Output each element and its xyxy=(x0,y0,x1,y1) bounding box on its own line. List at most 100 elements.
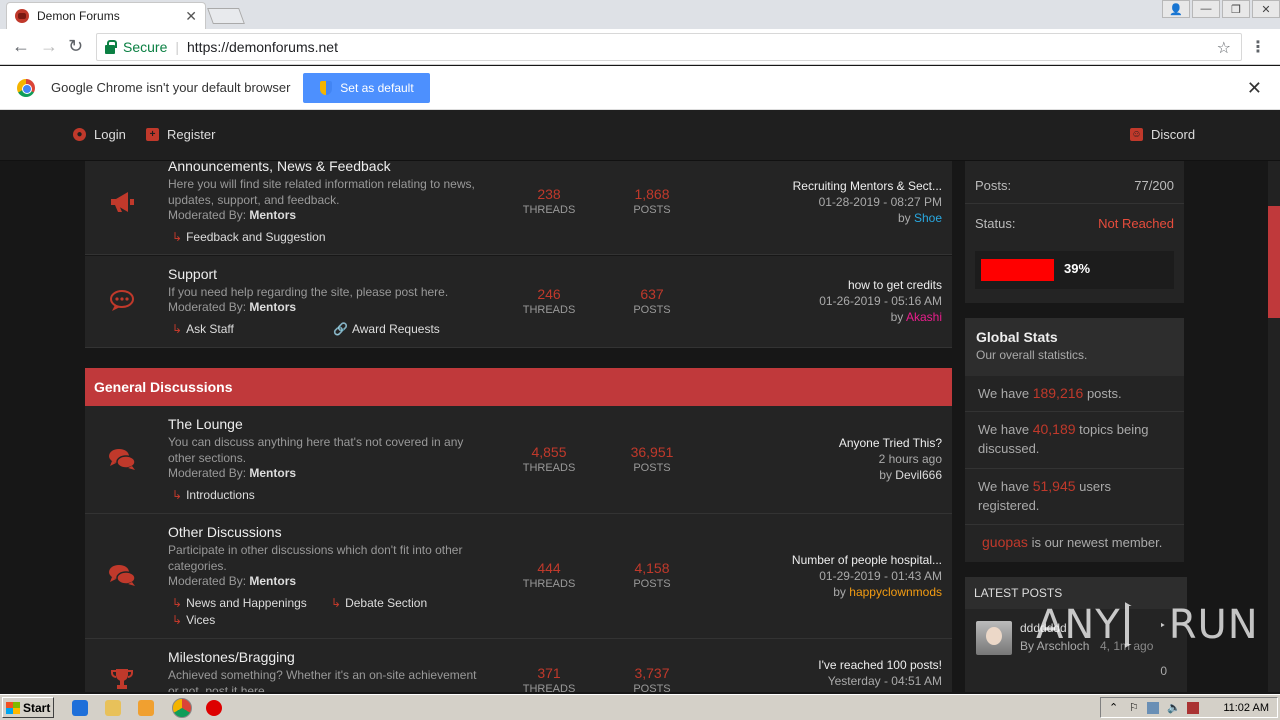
moderator-link[interactable]: Mentors xyxy=(249,574,296,588)
progress-percent: 39% xyxy=(1064,261,1091,276)
system-tray: ⌃ ⚐ 🔈 11:02 AM xyxy=(1100,697,1278,718)
chrome-taskbar-icon[interactable] xyxy=(172,698,192,718)
stat-suffix: posts. xyxy=(1086,386,1122,401)
discord-label: Discord xyxy=(1151,127,1196,142)
user-icon[interactable]: 👤 xyxy=(1162,0,1190,18)
last-post-user[interactable]: Akashi xyxy=(906,310,942,324)
forum-title-link[interactable]: Milestones/Bragging xyxy=(168,649,295,665)
moderated-by-label: Moderated By: xyxy=(168,300,247,314)
forum-title-link[interactable]: Announcements, News & Feedback xyxy=(168,161,391,174)
subforum-link[interactable]: ↳ Feedback and Suggestion xyxy=(172,230,326,244)
set-default-button[interactable]: Set as default xyxy=(303,72,431,103)
threads-stat: 4,855 THREADS xyxy=(509,444,589,474)
last-post-by: by xyxy=(833,585,846,599)
restore-icon[interactable]: ❐ xyxy=(1222,0,1250,18)
stat-posts: We have 189,216 posts. xyxy=(965,376,1184,412)
subforum-link[interactable]: 🔗 Award Requests xyxy=(333,322,440,336)
register-link[interactable]: + Register xyxy=(146,127,215,142)
shield-icon xyxy=(320,80,333,95)
last-post-title[interactable]: how to get credits xyxy=(819,277,942,293)
subforum-link[interactable]: ↳ News and Happenings xyxy=(172,596,307,610)
newest-member-link[interactable]: guopas xyxy=(982,534,1028,550)
moderator-link[interactable]: Mentors xyxy=(249,208,296,222)
url-text: https://demonforums.net xyxy=(187,39,338,55)
login-label: Login xyxy=(94,127,126,142)
threads-count: 238 xyxy=(537,186,561,202)
browser-tab[interactable]: Demon Forums ✕ xyxy=(6,2,206,29)
login-link[interactable]: ● Login xyxy=(73,127,126,142)
subforum-arrow-icon: ↳ xyxy=(331,596,342,610)
moderator-link[interactable]: Mentors xyxy=(249,300,296,314)
threads-label: THREADS xyxy=(522,462,576,474)
posts-stat: 36,951 POSTS xyxy=(612,444,692,474)
start-button[interactable]: Start xyxy=(2,697,54,718)
moderator-link[interactable]: Mentors xyxy=(249,466,296,480)
posts-count: 36,951 xyxy=(630,444,674,460)
discord-link[interactable]: ☺ Discord xyxy=(1130,127,1195,142)
subforum-arrow-icon: ↳ xyxy=(172,596,183,610)
chrome-menu-icon[interactable]: ⋮ xyxy=(1250,37,1266,57)
subforum-link[interactable]: ↳ Vices xyxy=(172,613,215,627)
url-field[interactable]: Secure | https://demonforums.net ☆ xyxy=(96,33,1242,61)
lock-icon xyxy=(105,39,117,54)
user-circle-icon: ● xyxy=(73,128,86,141)
subforum-label: Debate Section xyxy=(345,596,428,610)
forward-icon[interactable]: → xyxy=(40,37,58,55)
megaphone-icon xyxy=(107,189,137,215)
network-icon[interactable] xyxy=(1147,702,1159,714)
bookmark-star-icon[interactable]: ☆ xyxy=(1217,38,1231,58)
last-post: Number of people hospital... 01-29-2019 … xyxy=(792,552,942,600)
last-post-user[interactable]: Devil666 xyxy=(895,468,942,482)
newest-member: guopas is our newest member. xyxy=(965,525,1184,562)
reload-icon[interactable]: ↻ xyxy=(68,37,83,55)
progress-fill xyxy=(981,259,1054,281)
last-post-title[interactable]: Number of people hospital... xyxy=(792,552,942,568)
back-icon[interactable]: ← xyxy=(12,37,30,55)
volume-icon[interactable]: 🔈 xyxy=(1167,701,1181,714)
clock[interactable]: 11:02 AM xyxy=(1223,702,1269,714)
chrome-logo-icon xyxy=(17,78,35,97)
last-post-title[interactable]: I've reached 100 posts! xyxy=(818,657,942,673)
last-post-title[interactable]: Anyone Tried This? xyxy=(839,435,942,451)
threads-label: THREADS xyxy=(522,683,576,692)
last-post-user[interactable]: Shoe xyxy=(914,211,942,225)
comments-icon xyxy=(107,562,137,588)
category-header[interactable]: General Discussions xyxy=(85,368,952,406)
posts-stat: 3,737 POSTS xyxy=(612,665,692,692)
flag-icon[interactable]: ⚐ xyxy=(1129,701,1141,714)
anyrun-watermark: ANY RUN xyxy=(1036,602,1259,648)
status-label: Status: xyxy=(975,216,1016,231)
last-post-user[interactable]: happyclownmods xyxy=(849,585,942,599)
threads-count: 246 xyxy=(537,286,561,302)
stat-users: We have 51,945 users registered. xyxy=(965,469,1184,525)
security-tray-icon[interactable] xyxy=(1187,702,1199,714)
forum-title-link[interactable]: Support xyxy=(168,266,217,282)
media-player-icon[interactable] xyxy=(138,700,154,716)
forum-title-link[interactable]: The Lounge xyxy=(168,416,243,432)
subforum-label: Introductions xyxy=(186,488,255,502)
threads-stat: 444 THREADS xyxy=(509,560,589,590)
folder-icon[interactable] xyxy=(105,700,121,716)
forum-moderators: Moderated By: Mentors xyxy=(168,300,296,314)
subforum-link[interactable]: ↳ Introductions xyxy=(172,488,255,502)
ie-icon[interactable] xyxy=(72,700,88,716)
new-tab-button[interactable] xyxy=(207,8,245,24)
posts-label: POSTS xyxy=(633,204,671,216)
infobar-close-icon[interactable]: ✕ xyxy=(1247,78,1262,99)
last-post-title[interactable]: Recruiting Mentors & Sect... xyxy=(793,178,942,194)
subforum-link[interactable]: ↳ Debate Section xyxy=(331,596,427,610)
stop-icon[interactable] xyxy=(206,700,222,716)
scrollbar-thumb[interactable] xyxy=(1268,206,1280,318)
threads-label: THREADS xyxy=(522,578,576,590)
forum-description: You can discuss anything here that's not… xyxy=(168,435,464,465)
avatar[interactable] xyxy=(976,621,1012,655)
subforum-link[interactable]: ↳ Ask Staff xyxy=(172,322,234,336)
post-goal-box: Posts: 77/200 Status: Not Reached 39% xyxy=(965,161,1184,303)
minimize-icon[interactable]: — xyxy=(1192,0,1220,18)
forum-title-link[interactable]: Other Discussions xyxy=(168,524,282,540)
close-window-icon[interactable]: ✕ xyxy=(1252,0,1280,18)
tab-close-icon[interactable]: ✕ xyxy=(185,8,197,25)
tab-strip: Demon Forums ✕ 👤 — ❐ ✕ xyxy=(0,0,1280,29)
divider xyxy=(965,203,1184,204)
tray-expand-icon[interactable]: ⌃ xyxy=(1109,701,1121,714)
